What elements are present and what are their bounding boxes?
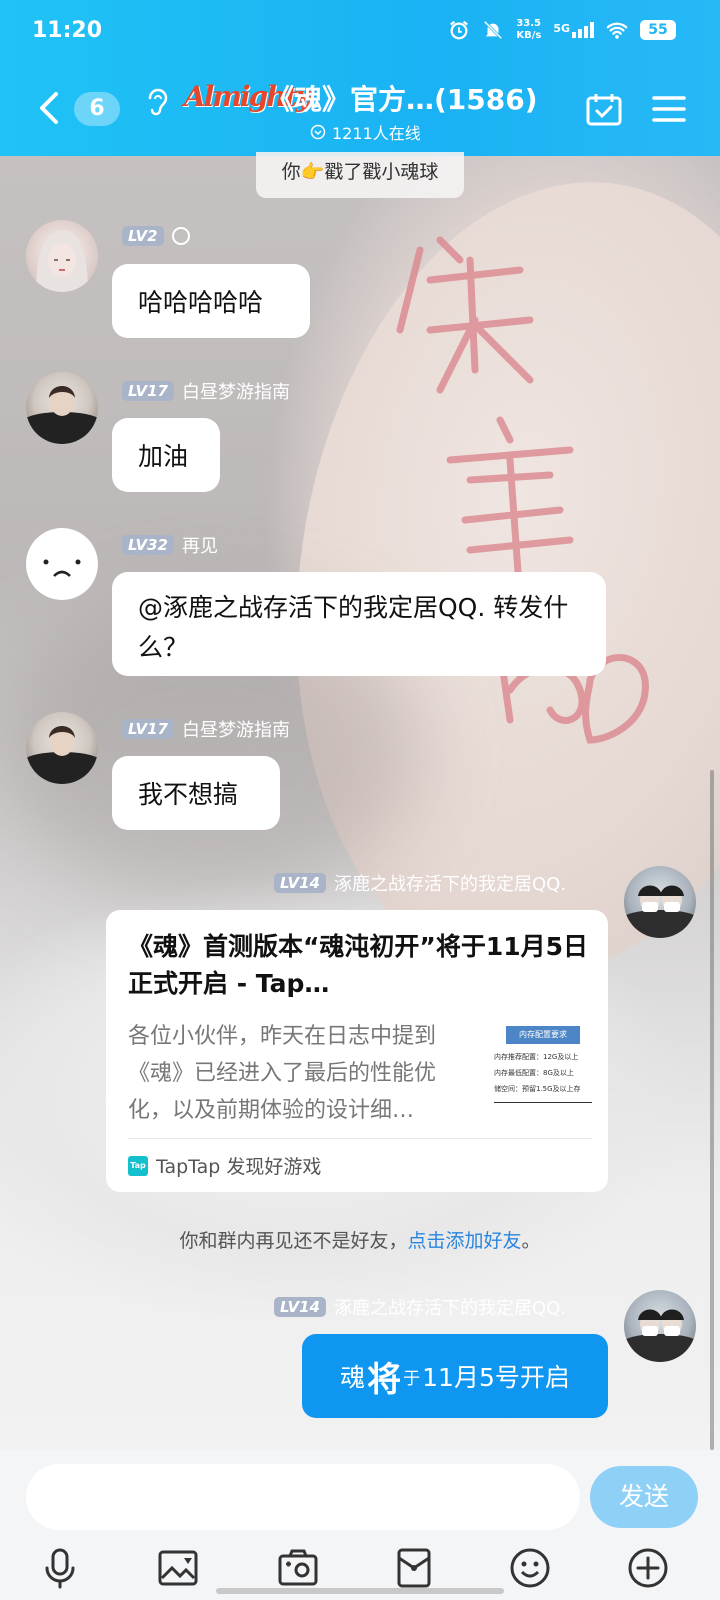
sender-name: 白昼梦游指南 <box>181 720 290 741</box>
my-message-part: 魂 <box>340 1363 366 1392</box>
group-title[interactable]: 《魂》官方…(1586) <box>266 78 538 118</box>
my-avatar[interactable] <box>624 866 696 938</box>
add-friend-link[interactable]: 点击添加好友 <box>407 1230 521 1252</box>
menu-icon[interactable] <box>652 94 686 124</box>
avatar-image <box>36 230 88 292</box>
my-message-bubble[interactable]: 魂 将 于 11月5号开启 <box>302 1334 608 1418</box>
poke-notice: 你👉戳了戳小魂球 <box>256 152 464 198</box>
camera-icon[interactable] <box>276 1546 320 1590</box>
signal-bars-icon <box>572 22 594 38</box>
card-source: Tap TapTap 发现好游戏 <box>128 1152 321 1179</box>
message-input[interactable] <box>26 1464 580 1530</box>
avatar-image <box>26 726 98 784</box>
card-description: 各位小伙伴，昨天在日志中提到《魂》已经进入了最后的性能优化，以及前期体验的设计细… <box>128 1024 437 1123</box>
my-message-part: 于 <box>403 1368 421 1389</box>
net-speed: 33.5 KB/s <box>516 18 541 42</box>
sender-name: 再见 <box>181 536 218 557</box>
avatar-image <box>26 386 98 444</box>
level-badge: LV14 <box>274 1297 326 1317</box>
message-bubble[interactable]: 加油 <box>112 418 220 492</box>
thumb-line: 储空间：预留1.5G及以上存 <box>494 1085 581 1093</box>
thumb-line: 内存最低配置：8G及以上 <box>494 1069 574 1077</box>
level-badge: LV17 <box>122 381 174 401</box>
level-badge: LV32 <box>122 535 174 555</box>
chat-scrollbar[interactable] <box>710 770 714 1450</box>
level-badge: LV17 <box>122 719 174 739</box>
avatar-image <box>624 1309 696 1362</box>
input-area: 发送 <box>0 1450 720 1600</box>
status-circle-icon <box>171 227 190 245</box>
my-avatar[interactable] <box>624 1290 696 1362</box>
unread-badge[interactable]: 6 <box>74 92 120 126</box>
plus-icon[interactable] <box>626 1546 670 1590</box>
card-source-label: TapTap 发现好游戏 <box>156 1156 322 1178</box>
avatar[interactable] <box>26 372 98 444</box>
my-sender-meta: LV14 涿鹿之战存活下的我定居QQ. <box>274 1294 566 1320</box>
input-toolbar <box>0 1546 720 1590</box>
home-indicator[interactable] <box>216 1588 504 1594</box>
avatar[interactable] <box>26 712 98 784</box>
battery-indicator: 55 <box>640 20 676 40</box>
emoji-icon[interactable] <box>508 1546 552 1590</box>
net-speed-unit: KB/s <box>516 30 542 41</box>
image-icon[interactable] <box>156 1546 200 1590</box>
avatar[interactable] <box>26 220 98 292</box>
status-bar: 11:20 33.5 KB/s 5G 55 <box>0 0 720 64</box>
calendar-check-icon[interactable] <box>586 92 622 126</box>
chat-header: 6 Almighty 《魂》官方…(1586) 1211人在线 <box>0 64 720 156</box>
avatar[interactable] <box>26 528 98 600</box>
friend-notice-end: 。 <box>521 1230 541 1252</box>
send-button[interactable]: 发送 <box>590 1466 698 1528</box>
message-bubble[interactable]: 哈哈哈哈哈 <box>112 264 310 338</box>
card-divider <box>128 1138 592 1139</box>
card-thumbnail: 内存配置要求 内存推荐配置：12G及以上 内存最低配置：8G及以上 储空间：预留… <box>494 1022 592 1108</box>
signal-label: 5G <box>553 22 570 35</box>
my-sender-meta: LV14 涿鹿之战存活下的我定居QQ. <box>274 870 566 896</box>
top-bar: 11:20 33.5 KB/s 5G 55 6 Almighty 《魂》官方…(… <box>0 0 720 156</box>
sender-meta: LV17 白昼梦游指南 <box>122 378 290 404</box>
taptap-icon: Tap <box>128 1155 148 1176</box>
my-message-part: 11月5号开启 <box>422 1363 570 1392</box>
message-bubble[interactable]: @涿鹿之战存活下的我定居QQ. 转发什么？ <box>112 572 606 676</box>
thumb-divider <box>494 1102 592 1103</box>
background-photo-writing <box>396 236 649 744</box>
thumb-line: 内存推荐配置：12G及以上 <box>494 1053 579 1061</box>
card-title: 《魂》首测版本“魂沌初开”将于11月5日正式开启 - Tap… <box>128 932 589 998</box>
net-speed-value: 33.5 <box>516 18 542 29</box>
friend-notice-text: 你和群内再见还不是好友， <box>179 1230 408 1252</box>
sad-face-icon <box>43 559 81 577</box>
mic-icon[interactable] <box>38 1546 82 1590</box>
friend-notice: 你和群内再见还不是好友，点击添加好友。 <box>0 1226 720 1253</box>
my-sender-name: 涿鹿之战存活下的我定居QQ. <box>333 1298 567 1319</box>
back-icon[interactable] <box>36 90 60 126</box>
signal-indicator: 5G <box>553 22 594 38</box>
my-message-part: 将 <box>367 1359 402 1400</box>
wifi-icon <box>606 22 628 39</box>
sender-meta: LV2 <box>122 226 190 246</box>
avatar-image <box>624 885 696 938</box>
ear-icon[interactable] <box>144 86 170 116</box>
sender-meta: LV32 再见 <box>122 532 218 558</box>
message-bubble[interactable]: 我不想搞 <box>112 756 280 830</box>
status-time: 11:20 <box>32 18 103 43</box>
status-right: 33.5 KB/s 5G 55 <box>448 18 676 42</box>
chevron-circle-icon <box>310 124 326 140</box>
mute-icon <box>484 20 503 40</box>
link-card[interactable]: 《魂》首测版本“魂沌初开”将于11月5日正式开启 - Tap… 各位小伙伴，昨天… <box>106 910 608 1192</box>
level-badge: LV2 <box>122 226 164 246</box>
sender-name: 白昼梦游指南 <box>181 382 290 403</box>
online-count-text: 1211人在线 <box>332 124 421 143</box>
thumb-header: 内存配置要求 <box>506 1026 580 1044</box>
my-sender-name: 涿鹿之战存活下的我定居QQ. <box>333 874 567 895</box>
level-badge: LV14 <box>274 873 326 893</box>
alarm-icon <box>450 20 469 40</box>
sender-meta: LV17 白昼梦游指南 <box>122 716 290 742</box>
red-packet-icon[interactable] <box>392 1546 436 1590</box>
online-count: 1211人在线 <box>310 120 421 144</box>
